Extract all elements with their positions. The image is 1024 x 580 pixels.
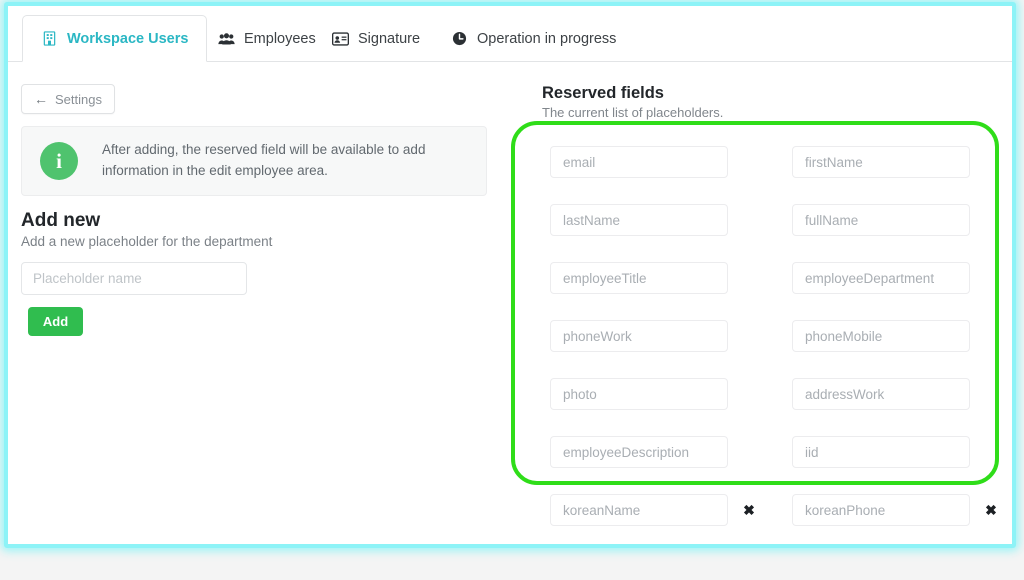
- back-arrow-icon: ←: [34, 91, 48, 107]
- reserved-field-cell: fullName: [792, 204, 970, 236]
- info-banner: i After adding, the reserved field will …: [21, 126, 487, 196]
- delete-field-icon[interactable]: ✖: [740, 500, 758, 520]
- reserved-field-input[interactable]: email: [550, 146, 728, 178]
- building-icon: [41, 30, 58, 47]
- reserved-field-input[interactable]: fullName: [792, 204, 970, 236]
- reserved-field-cell: phoneWork: [550, 320, 728, 352]
- reserved-field-row: email firstName: [542, 136, 990, 194]
- info-banner-text: After adding, the reserved field will be…: [102, 142, 426, 178]
- info-circle-icon: i: [40, 142, 78, 180]
- reserved-field-row: employeeDescription iid: [542, 426, 990, 484]
- reserved-field-input[interactable]: firstName: [792, 146, 970, 178]
- reserved-field-cell: email: [550, 146, 728, 178]
- app-screenshot: Workspace Users Employees Signature Oper…: [0, 0, 1024, 580]
- tab-label: Workspace Users: [67, 30, 189, 47]
- tab-label: Employees: [244, 30, 316, 47]
- tab-workspace-users[interactable]: Workspace Users: [22, 15, 208, 62]
- app-window: Workspace Users Employees Signature Oper…: [8, 6, 1012, 544]
- reserved-field-input[interactable]: employeeDescription: [550, 436, 728, 468]
- id-card-icon: [332, 30, 349, 47]
- tab-bar: Workspace Users Employees Signature Oper…: [8, 15, 1012, 62]
- reserved-field-cell: photo: [550, 378, 728, 410]
- reserved-field-row: koreanName ✖ koreanPhone ✖: [542, 484, 997, 542]
- reserved-fields-subtitle: The current list of placeholders.: [542, 105, 724, 120]
- reserved-field-cell: iid: [792, 436, 970, 468]
- reserved-field-input[interactable]: addressWork: [792, 378, 970, 410]
- reserved-field-input[interactable]: phoneMobile: [792, 320, 970, 352]
- add-new-subtitle: Add a new placeholder for the department: [21, 234, 273, 249]
- reserved-field-cell: phoneMobile: [792, 320, 970, 352]
- reserved-field-cell: firstName: [792, 146, 970, 178]
- settings-button-label: Settings: [55, 91, 102, 107]
- reserved-field-row: lastName fullName: [542, 194, 990, 252]
- delete-field-icon[interactable]: ✖: [982, 500, 1000, 520]
- reserved-field-cell: koreanPhone ✖: [792, 494, 997, 526]
- reserved-fields-list: email firstName lastName fullName employeeTi…: [542, 136, 997, 542]
- tab-label: Signature: [358, 30, 421, 47]
- reserved-field-cell: lastName: [550, 204, 728, 236]
- reserved-field-cell: employeeDepartment: [792, 262, 970, 294]
- reserved-fields-heading: Reserved fields: [542, 84, 664, 102]
- reserved-field-input[interactable]: koreanPhone: [792, 494, 970, 526]
- settings-back-button[interactable]: ← Settings: [21, 84, 115, 114]
- reserved-field-cell: koreanName ✖: [550, 494, 755, 526]
- reserved-field-input[interactable]: koreanName: [550, 494, 728, 526]
- people-group-icon: [218, 30, 235, 47]
- reserved-field-row: photo addressWork: [542, 368, 990, 426]
- add-button[interactable]: Add: [28, 307, 83, 336]
- reserved-field-input[interactable]: iid: [792, 436, 970, 468]
- add-new-heading: Add new: [21, 210, 101, 231]
- reserved-field-input[interactable]: photo: [550, 378, 728, 410]
- reserved-field-input[interactable]: employeeTitle: [550, 262, 728, 294]
- reserved-field-input[interactable]: phoneWork: [550, 320, 728, 352]
- tab-signature[interactable]: Signature: [314, 15, 438, 62]
- reserved-field-cell: employeeTitle: [550, 262, 728, 294]
- reserved-field-input[interactable]: lastName: [550, 204, 728, 236]
- reserved-field-row: phoneWork phoneMobile: [542, 310, 990, 368]
- tab-operation-in-progress[interactable]: Operation in progress: [433, 15, 634, 62]
- clock-icon: [451, 30, 468, 47]
- tab-label: Operation in progress: [477, 30, 617, 47]
- reserved-field-input[interactable]: employeeDepartment: [792, 262, 970, 294]
- reserved-field-row: employeeTitle employeeDepartment: [542, 252, 990, 310]
- reserved-field-cell: employeeDescription: [550, 436, 728, 468]
- placeholder-name-input[interactable]: [21, 262, 247, 295]
- reserved-field-cell: addressWork: [792, 378, 970, 410]
